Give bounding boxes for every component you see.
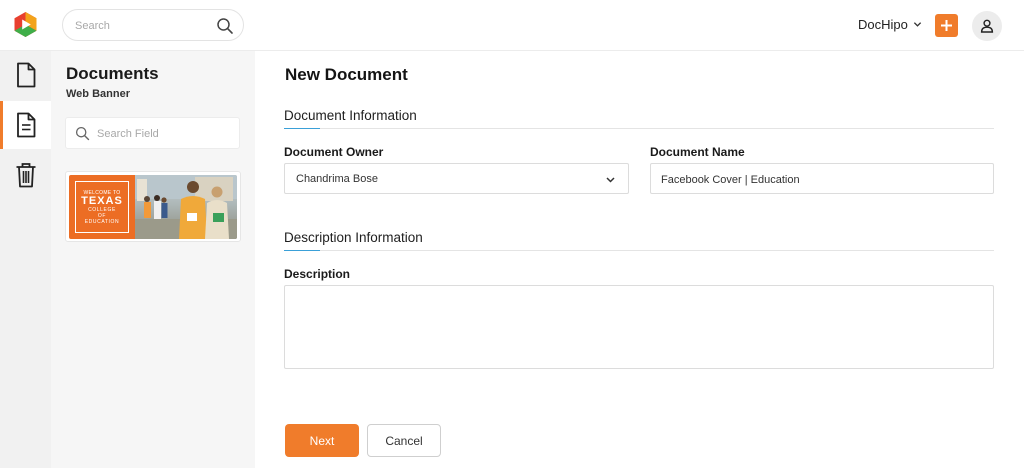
global-search-input[interactable] — [75, 17, 215, 35]
workspace-name: DocHipo — [858, 17, 908, 32]
rail-item-trash[interactable] — [0, 151, 51, 199]
description-label: Description — [284, 267, 351, 281]
panel-title: Documents — [66, 64, 159, 83]
create-button[interactable] — [935, 14, 958, 37]
description-information-divider — [284, 250, 994, 251]
template-thumbnail: WELCOME TO TEXAS COLLEGE OF EDUCATION — [69, 175, 237, 239]
plus-icon — [941, 20, 952, 31]
documents-panel: Documents Web Banner WELCOME TO TEXAS CO… — [51, 51, 255, 468]
thumbnail-line-5: EDUCATION — [84, 218, 120, 225]
dochipo-logo-icon[interactable] — [12, 11, 39, 38]
thumbnail-banner: WELCOME TO TEXAS COLLEGE OF EDUCATION — [69, 175, 135, 239]
document-icon — [16, 62, 35, 88]
students-photo-illustration — [135, 175, 237, 239]
thumbnail-frame: WELCOME TO TEXAS COLLEGE OF EDUCATION — [75, 181, 129, 233]
search-icon[interactable] — [216, 17, 234, 35]
document-owner-value: Chandrima Bose — [296, 173, 378, 185]
description-textarea[interactable] — [284, 285, 994, 369]
user-menu-button[interactable] — [972, 11, 1002, 41]
document-information-divider — [284, 128, 994, 129]
document-name-label: Document Name — [650, 145, 745, 159]
chevron-down-icon — [606, 177, 615, 183]
document-owner-label: Document Owner — [284, 145, 384, 159]
global-search — [62, 9, 244, 41]
rail-item-new-document[interactable] — [0, 101, 51, 149]
document-text-icon — [16, 112, 35, 138]
cancel-button[interactable]: Cancel — [367, 424, 441, 457]
trash-icon — [16, 163, 35, 188]
user-icon — [980, 19, 994, 33]
workspace-switcher[interactable]: DocHipo — [858, 17, 922, 32]
document-name-field — [650, 163, 994, 194]
document-owner-select[interactable]: Chandrima Bose — [284, 163, 629, 194]
next-button[interactable]: Next — [285, 424, 359, 457]
page-title: New Document — [285, 65, 408, 84]
search-icon — [75, 126, 90, 141]
thumbnail-line-2: TEXAS — [81, 194, 123, 207]
chevron-down-icon — [913, 22, 921, 27]
panel-subtitle: Web Banner — [66, 88, 130, 100]
document-information-heading: Document Information — [284, 108, 417, 123]
description-information-heading: Description Information — [284, 230, 423, 245]
left-rail — [0, 51, 51, 468]
document-name-input[interactable] — [661, 172, 981, 187]
template-card[interactable]: WELCOME TO TEXAS COLLEGE OF EDUCATION — [65, 171, 241, 242]
top-bar: DocHipo — [0, 0, 1024, 51]
rail-item-documents[interactable] — [0, 51, 51, 99]
template-search — [65, 117, 240, 149]
thumbnail-photo — [135, 175, 237, 239]
template-search-input[interactable] — [97, 126, 232, 142]
main-content: New Document Document Information Docume… — [255, 51, 1024, 468]
